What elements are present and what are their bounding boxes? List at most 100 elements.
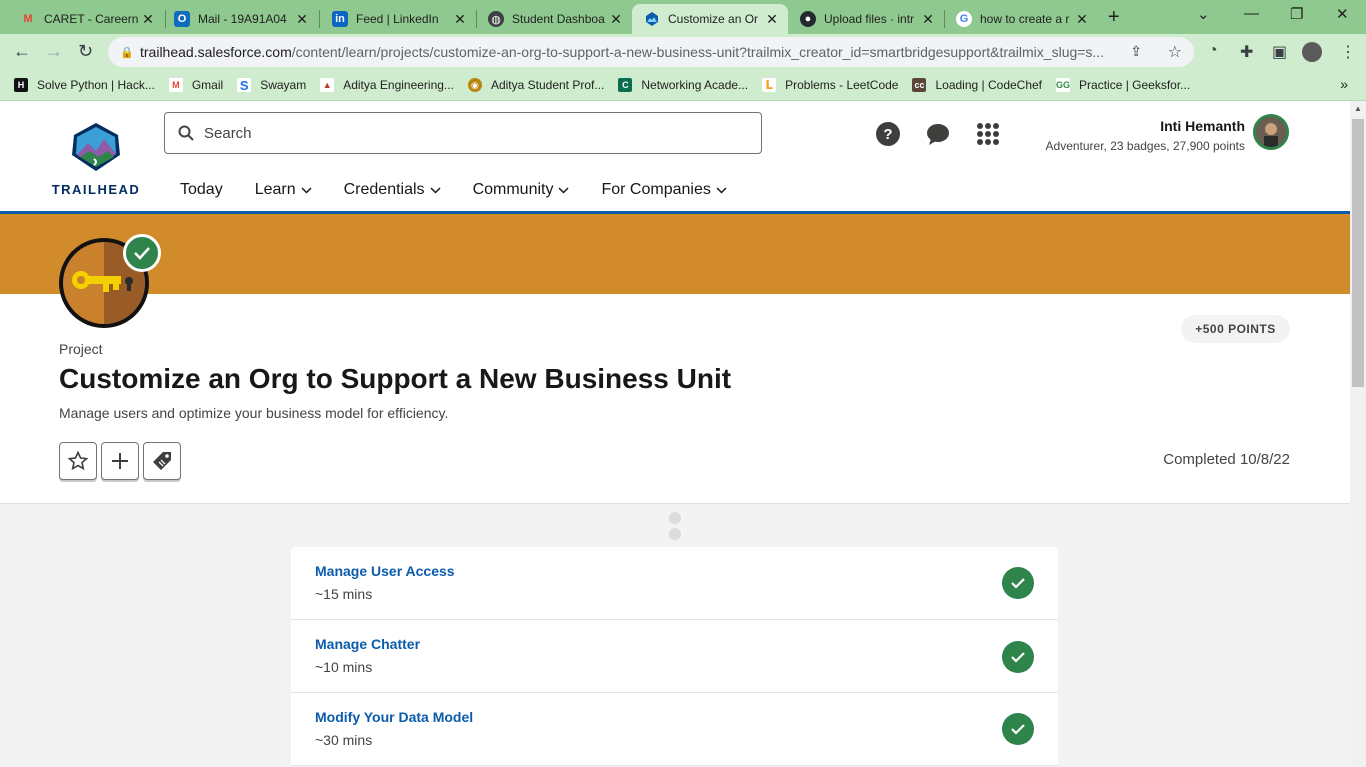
step-complete-check-icon (1002, 567, 1034, 599)
back-arrow-icon[interactable]: ← (13, 41, 31, 62)
menu-kebab-icon[interactable]: ⋮ (1340, 42, 1356, 62)
step-title-link[interactable]: Modify Your Data Model (315, 709, 473, 725)
share-icon[interactable]: ⇪ (1130, 43, 1142, 60)
bookmark-item[interactable]: GG Practice | Geeksfor... (1056, 78, 1190, 92)
tab-title: Upload files · intr (824, 12, 915, 26)
list-item[interactable]: Manage Chatter ~10 mins (291, 620, 1058, 693)
step-title-link[interactable]: Manage Chatter (315, 636, 420, 652)
chevron-down-icon (430, 186, 441, 194)
search-input[interactable] (202, 123, 706, 143)
tab-search-chevron-icon[interactable]: ⌄ (1197, 5, 1210, 23)
project-description: Manage users and optimize your business … (59, 405, 449, 421)
close-tab-icon[interactable]: ✕ (292, 11, 312, 28)
minimize-icon[interactable]: — (1244, 5, 1259, 22)
scroll-up-arrow-icon[interactable]: ▲ (1354, 104, 1362, 113)
performance-icon[interactable]: ◔ (1208, 42, 1218, 60)
bookmarks-overflow-icon[interactable]: » (1340, 76, 1348, 92)
bookmark-item[interactable]: ◉ Aditya Student Prof... (467, 78, 604, 92)
browser-tab[interactable]: ◍ Student Dashboa ✕ (476, 4, 632, 34)
close-tab-icon[interactable]: ✕ (138, 11, 158, 28)
close-tab-icon[interactable]: ✕ (606, 11, 626, 28)
tag-icon (153, 452, 171, 470)
progress-dot (669, 512, 681, 524)
project-steps-list: Manage User Access ~15 mins Manage Chatt… (291, 547, 1058, 766)
project-banner (0, 214, 1350, 294)
content-type-label: Project (59, 341, 103, 357)
chevron-down-icon (301, 186, 312, 194)
close-tab-icon[interactable]: ✕ (762, 11, 782, 28)
forward-arrow-icon[interactable]: → (45, 41, 63, 62)
profile-avatar-icon[interactable] (1302, 42, 1322, 62)
main-nav: Today Learn Credentials Community For Co… (180, 181, 759, 199)
browser-tab[interactable]: ● Upload files · intr ✕ (788, 4, 944, 34)
nav-credentials[interactable]: Credentials (344, 181, 441, 199)
github-icon: ● (800, 11, 816, 27)
chevron-down-icon (716, 186, 727, 194)
swayam-icon: S (237, 78, 252, 93)
favorite-button[interactable] (59, 442, 97, 480)
url-text[interactable]: trailhead.salesforce.com/content/learn/p… (140, 44, 1120, 60)
bookmark-star-icon[interactable]: ☆ (1168, 42, 1182, 62)
bookmark-item[interactable]: ᒪ Problems - LeetCode (762, 78, 898, 92)
scrollbar-thumb[interactable] (1352, 119, 1364, 387)
bookmark-item[interactable]: C Networking Acade... (618, 78, 748, 92)
list-item[interactable]: Modify Your Data Model ~30 mins (291, 693, 1058, 766)
step-duration: ~15 mins (315, 586, 373, 602)
nav-learn[interactable]: Learn (255, 181, 312, 199)
close-tab-icon[interactable]: ✕ (450, 11, 470, 28)
nav-community[interactable]: Community (473, 181, 570, 199)
step-duration: ~10 mins (315, 659, 373, 675)
browser-tab-active[interactable]: Customize an Or ✕ (632, 4, 788, 34)
search-box[interactable] (164, 112, 762, 154)
browser-tab[interactable]: G how to create a r ✕ (944, 4, 1098, 34)
aditya-engineering-icon: ▲ (320, 78, 335, 92)
app-launcher-grid-icon[interactable] (975, 121, 1001, 147)
user-rank-summary: Adventurer, 23 badges, 27,900 points (1045, 139, 1245, 153)
gmail-icon: M (23, 13, 33, 25)
add-to-trailmix-button[interactable] (101, 442, 139, 480)
reload-icon[interactable]: ↻ (78, 41, 93, 62)
extensions-icon[interactable]: ✚ (1240, 42, 1253, 62)
nav-for-companies[interactable]: For Companies (601, 181, 727, 199)
gmail-icon: M (168, 78, 183, 92)
user-info[interactable]: Inti Hemanth Adventurer, 23 badges, 27,9… (1046, 118, 1245, 153)
tag-button[interactable] (143, 442, 181, 480)
tab-title: Feed | LinkedIn (356, 12, 439, 26)
codechef-icon: cc (912, 78, 927, 92)
side-panel-icon[interactable]: ▣ (1272, 42, 1287, 62)
bookmark-item[interactable]: ▲ Aditya Engineering... (320, 78, 454, 92)
close-window-icon[interactable]: ✕ (1336, 5, 1349, 23)
tab-title: CARET - Careerne (44, 12, 138, 26)
user-name: Inti Hemanth (1160, 118, 1245, 134)
completed-date: Completed 10/8/22 (1163, 451, 1290, 468)
step-title-link[interactable]: Manage User Access (315, 563, 455, 579)
trailhead-page: TRAILHEAD ? Inti Hemanth Adventurer, 23 … (0, 101, 1350, 767)
tab-title: Student Dashboa (512, 12, 605, 26)
new-tab-icon[interactable]: + (1108, 6, 1120, 29)
trailhead-logo[interactable]: TRAILHEAD (50, 121, 142, 197)
chevron-down-icon (558, 186, 569, 194)
chat-bubble-icon[interactable] (925, 121, 951, 147)
browser-tab[interactable]: in Feed | LinkedIn ✕ (320, 4, 476, 34)
tab-title: Mail - 19A91A04 (198, 12, 287, 26)
bookmark-item[interactable]: S Swayam (237, 78, 306, 93)
step-duration: ~30 mins (315, 732, 373, 748)
browser-tab[interactable]: O Mail - 19A91A04 ✕ (162, 4, 318, 34)
restore-icon[interactable]: ❐ (1290, 5, 1303, 23)
nav-today[interactable]: Today (180, 181, 223, 199)
close-tab-icon[interactable]: ✕ (918, 11, 938, 28)
bookmark-item[interactable]: H Solve Python | Hack... (14, 78, 155, 92)
help-icon[interactable]: ? (875, 121, 901, 147)
list-item[interactable]: Manage User Access ~15 mins (291, 547, 1058, 620)
browser-tab[interactable]: M CARET - Careerne ✕ (8, 4, 164, 34)
progress-dot (669, 528, 681, 540)
bookmark-item[interactable]: M Gmail (168, 78, 223, 92)
close-tab-icon[interactable]: ✕ (1072, 11, 1092, 28)
page-title: Customize an Org to Support a New Busine… (59, 363, 732, 394)
hackerrank-icon: H (14, 78, 28, 92)
points-pill: +500 POINTS (1181, 315, 1290, 343)
user-avatar[interactable] (1253, 114, 1289, 150)
address-bar[interactable]: 🔒 trailhead.salesforce.com/content/learn… (108, 37, 1194, 67)
bookmark-item[interactable]: cc Loading | CodeChef (912, 78, 1042, 92)
completed-check-icon (123, 234, 161, 272)
